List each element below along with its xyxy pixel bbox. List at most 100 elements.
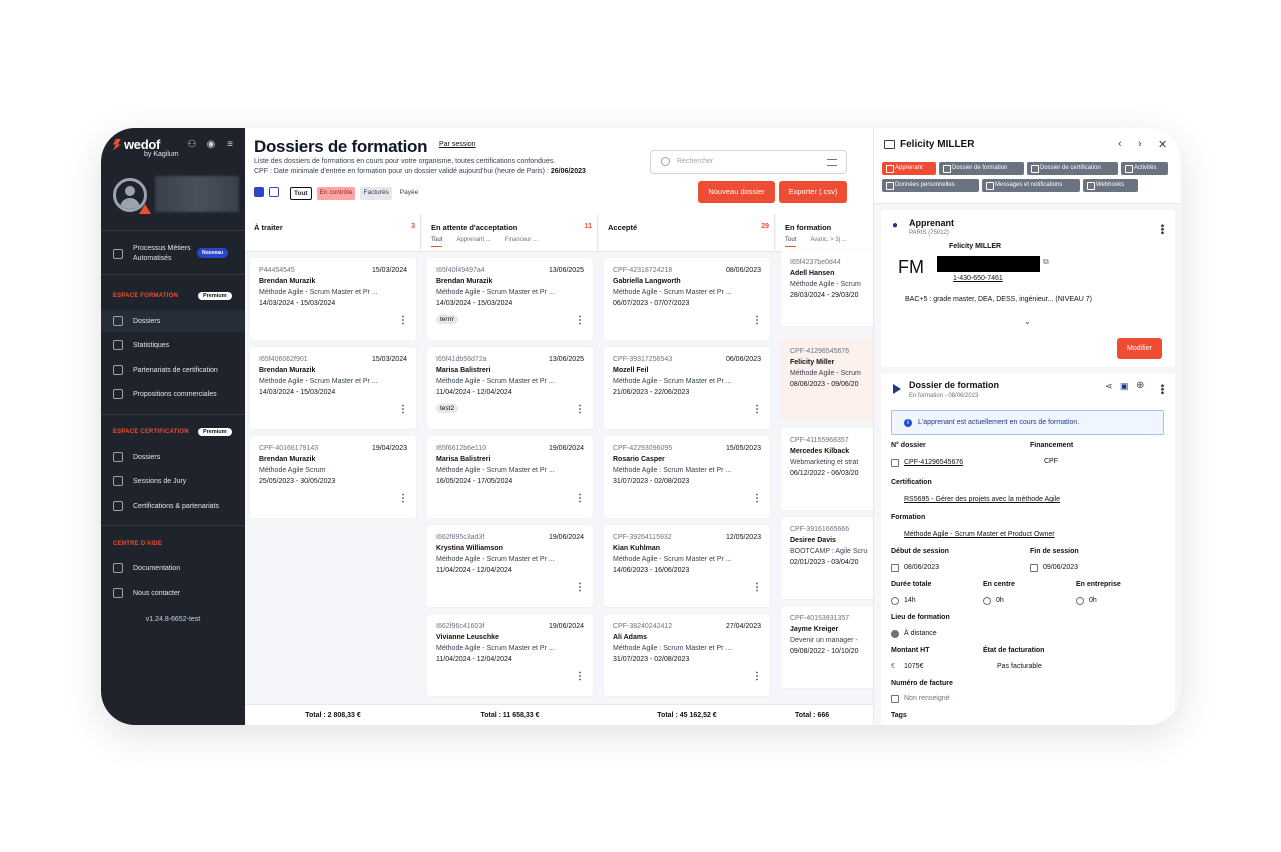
modify-button[interactable]: Modifier (1117, 338, 1162, 359)
dossier-card[interactable]: I65f4237be0d44 Adell Hansen Méthode Agile … (781, 250, 873, 326)
share-icon[interactable]: ⋖ (1105, 381, 1113, 392)
num-dossier[interactable]: CPF-41296545676 (904, 459, 963, 466)
dossier-card[interactable]: CPF-40166179143 19/04/2023 Brendan Murazik… (250, 436, 416, 518)
card-tag: test2 (436, 404, 459, 413)
sidebar-item-propositions[interactable]: Propositions commerciales (113, 389, 237, 399)
card-name: Kian Kuhlman (613, 545, 661, 552)
more-icon[interactable]: ⋮ (575, 583, 585, 593)
card-date: 19/06/2024 (548, 445, 584, 452)
add-icon[interactable]: ⊕ (1136, 380, 1144, 391)
new-dossier-button[interactable]: Nouveau dossier (698, 181, 775, 203)
tab-messages[interactable]: Messages et notifications (982, 179, 1080, 192)
dossier-card[interactable]: CPF-39161665666 Desiree Davis BOOTCAMP : A… (781, 517, 873, 599)
copy-icon[interactable]: ⧉ (1043, 257, 1049, 267)
certification-link[interactable]: RS5695 - Gérer des projets avec la métho… (904, 496, 1060, 503)
dossier-card[interactable]: I65f41db56d72a 13/06/2025 Marisa Balistrer… (427, 347, 593, 429)
more-icon[interactable]: ⋮ (575, 494, 585, 504)
list-view-icon[interactable] (269, 187, 279, 197)
dossier-card-selected[interactable]: CPF-41296545676 Felicity Miller Méthode Ag… (781, 339, 873, 421)
dossier-card[interactable]: I662f895c3ad3f 19/06/2024 Krystina William… (427, 525, 593, 607)
more-icon[interactable]: ⋮ (752, 583, 762, 593)
close-icon[interactable]: ✕ (1158, 138, 1167, 151)
column-tab[interactable]: Avanc. > 3j ... (810, 237, 846, 247)
folder-link-icon[interactable]: ▣ (1120, 381, 1129, 392)
kanban-view-icon[interactable] (254, 187, 264, 197)
sidebar-item-documentation[interactable]: Documentation (113, 563, 237, 573)
chevron-right-icon[interactable]: › (1138, 138, 1142, 150)
users-icon[interactable]: ⚇ (187, 140, 197, 150)
card-name: Marisa Balistreri (436, 367, 491, 374)
sidebar-item-certifications[interactable]: Certifications & partenariats (113, 501, 237, 511)
account-icon[interactable]: ◉ (206, 140, 216, 150)
apprenant-phone[interactable]: 1-430-650-7461 (953, 275, 1003, 282)
section-title-formation: ESPACE FORMATION (113, 293, 178, 299)
filter-icon[interactable] (827, 159, 837, 166)
more-icon[interactable]: ••• (1156, 384, 1167, 395)
dossier-card[interactable]: I65f406062f901 15/03/2024 Brendan Murazik M… (250, 347, 416, 429)
sidebar-item-jury[interactable]: Sessions de Jury (113, 476, 237, 486)
card-id: CPF-41296545676 (790, 348, 850, 355)
column-tab[interactable]: Tout (431, 237, 443, 247)
card-id: I65f41db56d72a (436, 356, 487, 363)
more-icon[interactable]: ⋮ (575, 672, 585, 682)
filter-factures[interactable]: Facturés (360, 187, 392, 200)
more-icon[interactable]: ⋮ (752, 316, 762, 326)
sidebar-item-label: Statistiques (133, 341, 170, 349)
logo[interactable]: wedof (113, 137, 160, 152)
dossier-card[interactable]: CPF-38240242412 27/04/2023 Ali Adams Méthod… (604, 614, 770, 696)
dossier-card[interactable]: CPF-39264115932 12/05/2023 Kian Kuhlman Mét… (604, 525, 770, 607)
processus-label: Processus Métiers Automatisés (133, 244, 191, 264)
tab-dossier-formation[interactable]: Dossier de formation (939, 162, 1024, 175)
clock-icon (983, 597, 991, 605)
more-icon[interactable]: ⋮ (752, 405, 762, 415)
filter-en-controle[interactable]: En contrôle (316, 187, 356, 200)
more-icon[interactable]: ⋮ (398, 405, 408, 415)
export-csv-button[interactable]: Exporter (.csv) (779, 181, 847, 203)
card-period: 25/05/2023 - 30/05/2023 (259, 478, 336, 485)
sidebar-item-partenariats[interactable]: Partenariats de certification (113, 365, 237, 375)
filter-payee[interactable]: Payée (397, 187, 421, 200)
tab-donnees-personnelles[interactable]: Données personnelles (882, 179, 979, 192)
dossier-card[interactable]: CPF-42318724218 08/06/2023 Gabriella Langw… (604, 258, 770, 340)
card-id: CPF-42318724218 (613, 267, 673, 274)
tab-activites[interactable]: Activités (1121, 162, 1168, 175)
more-icon[interactable]: ⋮ (398, 494, 408, 504)
tab-apprenant[interactable]: Apprenant (882, 162, 936, 175)
search-input[interactable]: Rechercher (650, 150, 847, 174)
more-icon[interactable]: ⋮ (752, 494, 762, 504)
sidebar-item-contact[interactable]: Nous contacter (113, 588, 237, 598)
card-name: Brendan Murazik (259, 456, 316, 463)
tab-webhooks[interactable]: Webhooks (1083, 179, 1138, 192)
dossier-card[interactable]: CPF-42293096095 15/05/2023 Rosario Casper M… (604, 436, 770, 518)
by-session-link[interactable]: Par session (439, 141, 476, 148)
folder-icon (884, 140, 895, 149)
menu-icon[interactable]: ≡ (225, 140, 235, 150)
dossier-card[interactable]: I65f6612b6e110 19/06/2024 Marisa Balistrer… (427, 436, 593, 518)
column-tab[interactable]: Apprenant ... (456, 237, 490, 247)
more-icon[interactable]: ⋮ (575, 316, 585, 326)
dossier-card[interactable]: CPF-39317256543 06/06/2023 Mozell Feil Méth… (604, 347, 770, 429)
dossier-card[interactable]: I662f96c41603f 19/06/2024 Vivianne Leuschk… (427, 614, 593, 696)
dossier-card[interactable]: CPF-41155968357 Mercedes Kilback Webmarket… (781, 428, 873, 510)
more-icon[interactable]: ⋮ (398, 316, 408, 326)
card-period: 31/07/2023 - 02/08/2023 (613, 478, 690, 485)
card-id: CPF-39317256543 (613, 356, 673, 363)
filter-tout[interactable]: Tout (290, 187, 312, 200)
more-icon[interactable]: ⋮ (575, 405, 585, 415)
dossier-card[interactable]: P44454545 15/03/2024 Brendan Murazik Méthod… (250, 258, 416, 340)
sidebar-item-label: Partenariats de certification (133, 366, 218, 374)
sidebar-item-cert-dossiers[interactable]: Dossiers (113, 452, 237, 462)
chevron-down-icon[interactable]: ⌄ (1024, 317, 1031, 326)
sidebar-item-dossiers[interactable]: Dossiers (113, 316, 237, 326)
more-icon[interactable]: ••• (1156, 224, 1167, 235)
chevron-left-icon[interactable]: ‹ (1118, 138, 1122, 150)
more-icon[interactable]: ⋮ (752, 672, 762, 682)
column-tab[interactable]: Tout (785, 237, 797, 247)
tab-dossier-certification[interactable]: Dossier de certification (1027, 162, 1118, 175)
column-tab[interactable]: Financeur ... (505, 237, 538, 247)
sidebar-item-statistiques[interactable]: Statistiques (113, 340, 237, 350)
dossier-card[interactable]: CPF-40153931357 Jayme Kreiger Devenir un m… (781, 606, 873, 688)
dossier-card[interactable]: I65f40f49497a4 13/06/2025 Brendan Murazik M… (427, 258, 593, 340)
premium-badge: Premium (198, 428, 232, 436)
formation-link[interactable]: Méthode Agile - Scrum Master et Product … (904, 531, 1055, 538)
